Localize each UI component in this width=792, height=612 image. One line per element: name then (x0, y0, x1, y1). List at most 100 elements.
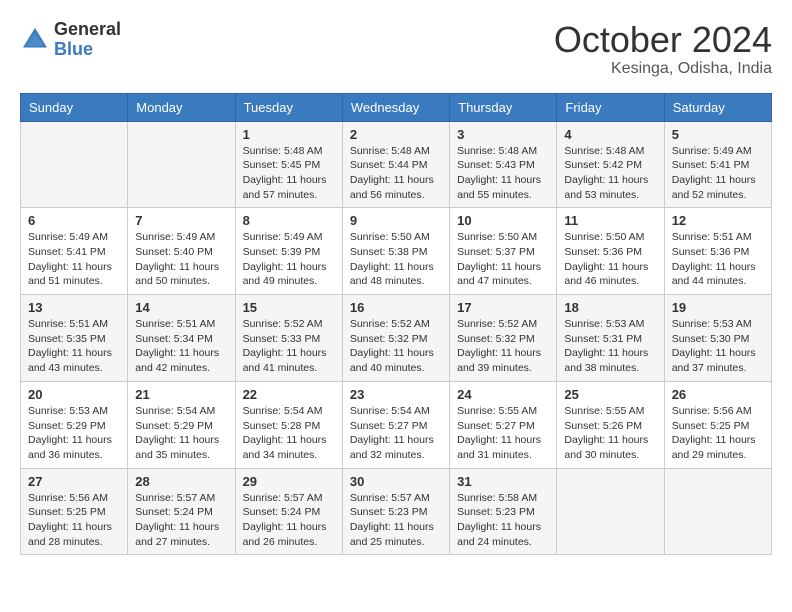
calendar-cell: 22 Sunrise: 5:54 AM Sunset: 5:28 PM Dayli… (235, 381, 342, 468)
day-number: 21 (135, 387, 227, 402)
calendar-cell: 13 Sunrise: 5:51 AM Sunset: 5:35 PM Dayli… (21, 295, 128, 382)
cell-info: Sunrise: 5:49 AM Sunset: 5:39 PM Dayligh… (243, 230, 335, 289)
day-number: 3 (457, 127, 549, 142)
calendar-cell: 25 Sunrise: 5:55 AM Sunset: 5:26 PM Dayli… (557, 381, 664, 468)
cell-info: Sunrise: 5:48 AM Sunset: 5:44 PM Dayligh… (350, 144, 442, 203)
day-number: 22 (243, 387, 335, 402)
calendar-cell (21, 121, 128, 208)
day-number: 17 (457, 300, 549, 315)
cell-info: Sunrise: 5:56 AM Sunset: 5:25 PM Dayligh… (672, 404, 764, 463)
calendar-cell: 7Sunrise: 5:49 AM Sunset: 5:40 PM Daylig… (128, 208, 235, 295)
cell-info: Sunrise: 5:54 AM Sunset: 5:28 PM Dayligh… (243, 404, 335, 463)
calendar-cell: 9 Sunrise: 5:50 AM Sunset: 5:38 PM Daylig… (342, 208, 449, 295)
day-number: 13 (28, 300, 120, 315)
cell-info: Sunrise: 5:49 AM Sunset: 5:41 PM Dayligh… (672, 144, 764, 203)
logo-line1: General (54, 20, 121, 40)
cell-info: Sunrise: 5:57 AM Sunset: 5:23 PM Dayligh… (350, 491, 442, 550)
day-number: 2 (350, 127, 442, 142)
calendar-cell: 3 Sunrise: 5:48 AM Sunset: 5:43 PM Daylig… (450, 121, 557, 208)
calendar-cell: 5 Sunrise: 5:49 AM Sunset: 5:41 PM Daylig… (664, 121, 771, 208)
day-number: 1 (243, 127, 335, 142)
cell-info: Sunrise: 5:58 AM Sunset: 5:23 PM Dayligh… (457, 491, 549, 550)
day-number: 26 (672, 387, 764, 402)
calendar-cell: 20 Sunrise: 5:53 AM Sunset: 5:29 PM Dayli… (21, 381, 128, 468)
weekday-header: Friday (557, 93, 664, 121)
cell-info: Sunrise: 5:51 AM Sunset: 5:35 PM Dayligh… (28, 317, 120, 376)
logo-icon (20, 25, 50, 55)
weekday-header: Thursday (450, 93, 557, 121)
weekday-header: Monday (128, 93, 235, 121)
calendar-cell: 2 Sunrise: 5:48 AM Sunset: 5:44 PM Daylig… (342, 121, 449, 208)
cell-info: Sunrise: 5:55 AM Sunset: 5:26 PM Dayligh… (564, 404, 656, 463)
cell-info: Sunrise: 5:49 AM Sunset: 5:40 PM Dayligh… (135, 230, 227, 289)
cell-info: Sunrise: 5:56 AM Sunset: 5:25 PM Dayligh… (28, 491, 120, 550)
day-number: 5 (672, 127, 764, 142)
day-number: 24 (457, 387, 549, 402)
page-header: General Blue October 2024 Kesinga, Odish… (20, 20, 772, 78)
calendar-cell: 27 Sunrise: 5:56 AM Sunset: 5:25 PM Dayli… (21, 468, 128, 555)
calendar-cell: 21 Sunrise: 5:54 AM Sunset: 5:29 PM Dayli… (128, 381, 235, 468)
calendar-cell: 10 Sunrise: 5:50 AM Sunset: 5:37 PM Dayli… (450, 208, 557, 295)
calendar-cell (128, 121, 235, 208)
calendar-cell: 23Sunrise: 5:54 AM Sunset: 5:27 PM Dayli… (342, 381, 449, 468)
calendar-cell: 11 Sunrise: 5:50 AM Sunset: 5:36 PM Dayli… (557, 208, 664, 295)
location: Kesinga, Odisha, India (554, 60, 772, 78)
cell-info: Sunrise: 5:49 AM Sunset: 5:41 PM Dayligh… (28, 230, 120, 289)
cell-info: Sunrise: 5:48 AM Sunset: 5:43 PM Dayligh… (457, 144, 549, 203)
calendar-cell: 4 Sunrise: 5:48 AM Sunset: 5:42 PM Daylig… (557, 121, 664, 208)
calendar-cell: 12 Sunrise: 5:51 AM Sunset: 5:36 PM Dayli… (664, 208, 771, 295)
cell-info: Sunrise: 5:50 AM Sunset: 5:37 PM Dayligh… (457, 230, 549, 289)
cell-info: Sunrise: 5:51 AM Sunset: 5:36 PM Dayligh… (672, 230, 764, 289)
day-number: 15 (243, 300, 335, 315)
cell-info: Sunrise: 5:50 AM Sunset: 5:38 PM Dayligh… (350, 230, 442, 289)
calendar-cell: 18 Sunrise: 5:53 AM Sunset: 5:31 PM Dayli… (557, 295, 664, 382)
day-number: 30 (350, 474, 442, 489)
day-number: 4 (564, 127, 656, 142)
cell-info: Sunrise: 5:48 AM Sunset: 5:42 PM Dayligh… (564, 144, 656, 203)
calendar-cell: 1 Sunrise: 5:48 AM Sunset: 5:45 PM Daylig… (235, 121, 342, 208)
calendar-cell: 28 Sunrise: 5:57 AM Sunset: 5:24 PM Dayli… (128, 468, 235, 555)
day-number: 11 (564, 213, 656, 228)
calendar-cell: 6Sunrise: 5:49 AM Sunset: 5:41 PM Daylig… (21, 208, 128, 295)
day-number: 25 (564, 387, 656, 402)
cell-info: Sunrise: 5:48 AM Sunset: 5:45 PM Dayligh… (243, 144, 335, 203)
cell-info: Sunrise: 5:50 AM Sunset: 5:36 PM Dayligh… (564, 230, 656, 289)
calendar-cell: 14Sunrise: 5:51 AM Sunset: 5:34 PM Dayli… (128, 295, 235, 382)
calendar-cell: 16Sunrise: 5:52 AM Sunset: 5:32 PM Dayli… (342, 295, 449, 382)
calendar-cell: 31 Sunrise: 5:58 AM Sunset: 5:23 PM Dayli… (450, 468, 557, 555)
cell-info: Sunrise: 5:51 AM Sunset: 5:34 PM Dayligh… (135, 317, 227, 376)
day-number: 9 (350, 213, 442, 228)
day-number: 27 (28, 474, 120, 489)
day-number: 8 (243, 213, 335, 228)
calendar-table: SundayMondayTuesdayWednesdayThursdayFrid… (20, 93, 772, 556)
cell-info: Sunrise: 5:52 AM Sunset: 5:33 PM Dayligh… (243, 317, 335, 376)
weekday-header: Sunday (21, 93, 128, 121)
calendar-cell: 8 Sunrise: 5:49 AM Sunset: 5:39 PM Daylig… (235, 208, 342, 295)
cell-info: Sunrise: 5:53 AM Sunset: 5:29 PM Dayligh… (28, 404, 120, 463)
cell-info: Sunrise: 5:53 AM Sunset: 5:31 PM Dayligh… (564, 317, 656, 376)
day-number: 18 (564, 300, 656, 315)
logo-line2: Blue (54, 40, 121, 60)
calendar-cell: 30 Sunrise: 5:57 AM Sunset: 5:23 PM Dayli… (342, 468, 449, 555)
cell-info: Sunrise: 5:57 AM Sunset: 5:24 PM Dayligh… (135, 491, 227, 550)
day-number: 19 (672, 300, 764, 315)
calendar-cell: 17 Sunrise: 5:52 AM Sunset: 5:32 PM Dayli… (450, 295, 557, 382)
cell-info: Sunrise: 5:54 AM Sunset: 5:29 PM Dayligh… (135, 404, 227, 463)
day-number: 28 (135, 474, 227, 489)
month-title: October 2024 (554, 20, 772, 60)
day-number: 10 (457, 213, 549, 228)
title-block: October 2024 Kesinga, Odisha, India (554, 20, 772, 78)
day-number: 12 (672, 213, 764, 228)
cell-info: Sunrise: 5:57 AM Sunset: 5:24 PM Dayligh… (243, 491, 335, 550)
weekday-header: Wednesday (342, 93, 449, 121)
cell-info: Sunrise: 5:55 AM Sunset: 5:27 PM Dayligh… (457, 404, 549, 463)
logo: General Blue (20, 20, 121, 60)
day-number: 31 (457, 474, 549, 489)
calendar-cell: 15 Sunrise: 5:52 AM Sunset: 5:33 PM Dayli… (235, 295, 342, 382)
weekday-header: Saturday (664, 93, 771, 121)
day-number: 29 (243, 474, 335, 489)
day-number: 20 (28, 387, 120, 402)
weekday-header: Tuesday (235, 93, 342, 121)
day-number: 23 (350, 387, 442, 402)
cell-info: Sunrise: 5:52 AM Sunset: 5:32 PM Dayligh… (457, 317, 549, 376)
